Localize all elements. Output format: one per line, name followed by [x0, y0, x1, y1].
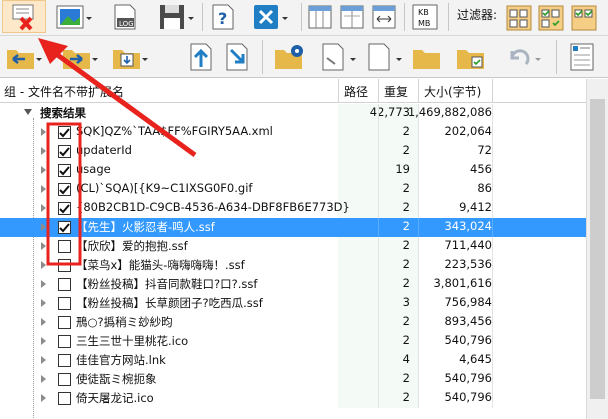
annotation-box — [46, 122, 82, 266]
annotation-arrow-line — [46, 45, 197, 158]
annotation-overlay — [38, 38, 197, 266]
